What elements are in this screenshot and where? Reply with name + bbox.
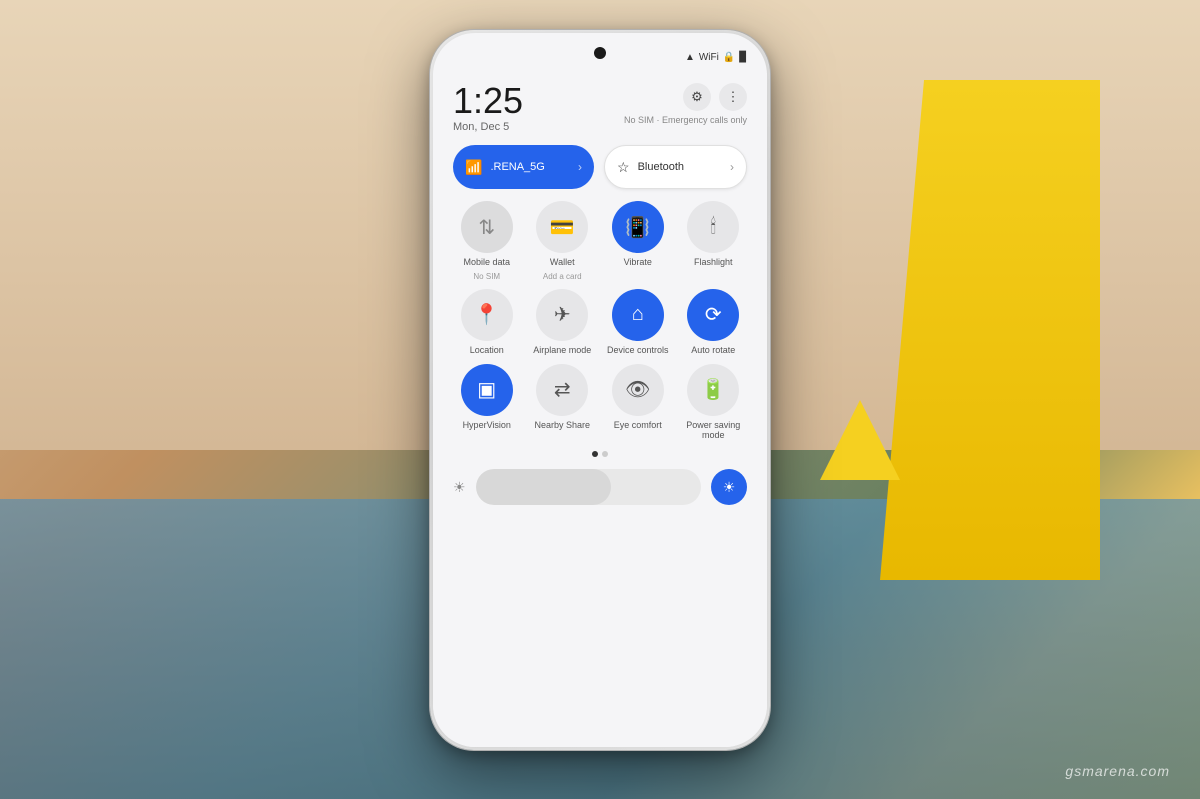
toggle-nearby-share[interactable]: ⇄ Nearby Share <box>529 364 597 442</box>
location-btn[interactable]: 📍 <box>461 289 513 341</box>
nearby-share-label: Nearby Share <box>534 420 590 431</box>
settings-icon: ⚙ <box>691 89 703 105</box>
hypervision-label: HyperVision <box>463 420 511 431</box>
power-saving-label: Power saving mode <box>680 420 748 442</box>
bluetooth-arrow: › <box>730 160 734 174</box>
hypervision-btn[interactable]: ▣ <box>461 364 513 416</box>
toggle-airplane[interactable]: ✈ Airplane mode <box>529 289 597 356</box>
toggles-grid: ⇅ Mobile data No SIM 💳 Wallet Add a card… <box>453 201 747 441</box>
brightness-min-icon: ☀ <box>453 479 466 496</box>
toggle-device-controls[interactable]: ⌂ Device controls <box>604 289 672 356</box>
dot-1 <box>592 451 598 457</box>
camera-notch <box>594 47 606 59</box>
nearby-share-btn[interactable]: ⇄ <box>536 364 588 416</box>
toggle-wallet[interactable]: 💳 Wallet Add a card <box>529 201 597 281</box>
flashlight-label: Flashlight <box>694 257 733 268</box>
airplane-label: Airplane mode <box>533 345 591 356</box>
airplane-btn[interactable]: ✈ <box>536 289 588 341</box>
eye-comfort-btn[interactable]: 👁 <box>612 364 664 416</box>
watermark-text: gsmarena.com <box>1065 763 1170 779</box>
eye-comfort-label: Eye comfort <box>614 420 662 431</box>
wifi-tile[interactable]: 📶 .RENA_5G › <box>453 145 594 189</box>
settings-button[interactable]: ⚙ <box>683 83 711 111</box>
watermark: gsmarena.com <box>1065 763 1170 779</box>
vibrate-label: Vibrate <box>624 257 652 268</box>
flashlight-btn[interactable]: 🕯 <box>687 201 739 253</box>
toggle-location[interactable]: 📍 Location <box>453 289 521 356</box>
wallet-label: Wallet <box>550 257 575 268</box>
device-controls-label: Device controls <box>607 345 669 356</box>
time-display: 1:25 Mon, Dec 5 <box>453 83 523 133</box>
toggle-eye-comfort[interactable]: 👁 Eye comfort <box>604 364 672 442</box>
date-text: Mon, Dec 5 <box>453 121 523 133</box>
sim-text: No SIM · Emergency calls only <box>624 115 747 125</box>
toggle-power-saving[interactable]: 🔋 Power saving mode <box>680 364 748 442</box>
power-saving-btn[interactable]: 🔋 <box>687 364 739 416</box>
brightness-max-button[interactable]: ☀ <box>711 469 747 505</box>
status-icons: ▲ WiFi 🔒 ▉ <box>685 52 747 63</box>
battery-icon: ▉ <box>739 52 747 63</box>
mobile-data-label: Mobile data <box>463 257 510 268</box>
mobile-data-sublabel: No SIM <box>473 272 500 281</box>
header-buttons: ⚙ ⋮ <box>683 83 747 111</box>
wifi-tile-label: .RENA_5G <box>490 161 570 173</box>
dot-2 <box>602 451 608 457</box>
bluetooth-label: Bluetooth <box>638 161 722 173</box>
toggle-auto-rotate[interactable]: ⟳ Auto rotate <box>680 289 748 356</box>
brightness-row: ☀ ☀ <box>453 469 747 505</box>
bluetooth-tile[interactable]: ☆ Bluetooth › <box>604 145 747 189</box>
phone-outer: ▲ WiFi 🔒 ▉ 1:25 Mon, Dec 5 <box>430 30 770 750</box>
time-row: 1:25 Mon, Dec 5 ⚙ ⋮ No SIM · Emergen <box>453 83 747 133</box>
bluetooth-icon: ☆ <box>617 159 630 176</box>
quick-tiles-row: 📶 .RENA_5G › ☆ Bluetooth › <box>453 145 747 189</box>
wifi-icon: WiFi <box>699 52 719 63</box>
wallet-sublabel: Add a card <box>543 272 582 281</box>
location-label: Location <box>470 345 504 356</box>
page-dots <box>453 451 747 457</box>
lock-icon: 🔒 <box>723 52 735 63</box>
phone: ▲ WiFi 🔒 ▉ 1:25 Mon, Dec 5 <box>430 30 770 750</box>
brightness-bar[interactable] <box>476 469 701 505</box>
signal-icon: ▲ <box>685 52 695 63</box>
toggle-mobile-data[interactable]: ⇅ Mobile data No SIM <box>453 201 521 281</box>
brightness-max-icon: ☀ <box>723 479 736 496</box>
time-text: 1:25 <box>453 83 523 119</box>
wifi-tile-icon: 📶 <box>465 159 482 176</box>
wallet-btn[interactable]: 💳 <box>536 201 588 253</box>
brightness-fill <box>476 469 611 505</box>
phone-screen: ▲ WiFi 🔒 ▉ 1:25 Mon, Dec 5 <box>433 33 767 747</box>
toggle-vibrate[interactable]: 📳 Vibrate <box>604 201 672 281</box>
wifi-tile-arrow: › <box>578 160 582 174</box>
quick-settings: 1:25 Mon, Dec 5 ⚙ ⋮ No SIM · Emergen <box>433 73 767 747</box>
toggle-hypervision[interactable]: ▣ HyperVision <box>453 364 521 442</box>
device-controls-btn[interactable]: ⌂ <box>612 289 664 341</box>
auto-rotate-btn[interactable]: ⟳ <box>687 289 739 341</box>
header-actions: ⚙ ⋮ No SIM · Emergency calls only <box>624 83 747 125</box>
more-icon: ⋮ <box>727 89 740 105</box>
mobile-data-btn[interactable]: ⇅ <box>461 201 513 253</box>
more-button[interactable]: ⋮ <box>719 83 747 111</box>
toggle-flashlight[interactable]: 🕯 Flashlight <box>680 201 748 281</box>
auto-rotate-label: Auto rotate <box>691 345 735 356</box>
vibrate-btn[interactable]: 📳 <box>612 201 664 253</box>
